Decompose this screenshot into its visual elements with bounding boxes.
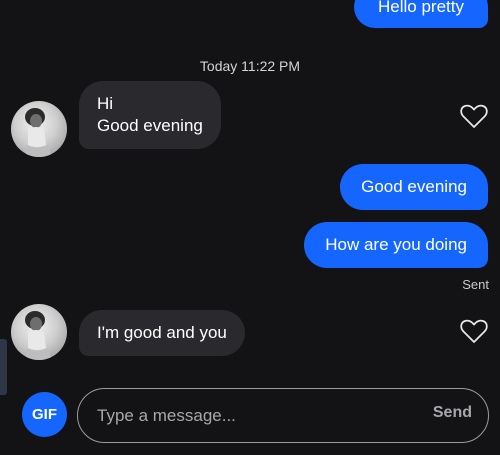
avatar[interactable] (11, 304, 67, 360)
incoming-message: Hi Good evening (79, 81, 221, 149)
heart-outline-icon[interactable] (459, 101, 489, 131)
avatar[interactable] (11, 101, 67, 157)
incoming-message-line: Good evening (97, 116, 203, 135)
message-composer: Send (77, 388, 489, 443)
heart-outline-icon[interactable] (459, 316, 489, 346)
send-button[interactable]: Send (433, 404, 472, 422)
side-handle (0, 339, 7, 395)
timestamp: Today 11:22 PM (199, 58, 301, 74)
incoming-message-line: Hi (97, 94, 114, 113)
message-input[interactable] (95, 389, 409, 443)
outgoing-message: Hello pretty (354, 0, 488, 28)
gif-button[interactable]: GIF (22, 392, 67, 437)
outgoing-message: Good evening (340, 164, 488, 210)
outgoing-message: How are you doing (304, 222, 488, 268)
incoming-message: I'm good and you (79, 310, 245, 356)
sent-status: Sent (462, 277, 489, 292)
